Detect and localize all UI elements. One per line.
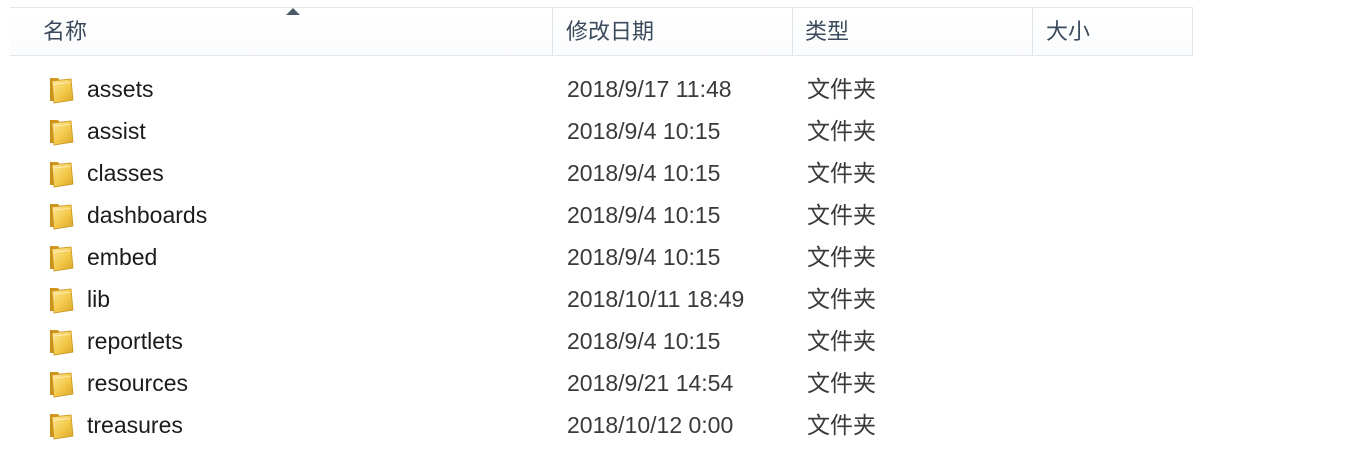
- file-row[interactable]: treasures 2018/10/12 0:00 文件夹: [0, 404, 1346, 446]
- file-modified-date: 2018/9/4 10:15: [567, 328, 721, 354]
- folder-icon: [50, 414, 74, 440]
- file-modified-date: 2018/9/21 14:54: [567, 370, 734, 396]
- file-type: 文件夹: [807, 76, 876, 102]
- column-header-type-label: 类型: [805, 19, 850, 44]
- column-header-date[interactable]: 修改日期: [553, 8, 793, 55]
- file-name: lib: [87, 286, 111, 312]
- column-header-name[interactable]: 名称: [10, 8, 553, 55]
- folder-icon: [50, 120, 74, 146]
- file-row[interactable]: classes 2018/9/4 10:15 文件夹: [0, 152, 1346, 194]
- file-type: 文件夹: [807, 160, 876, 186]
- file-name: classes: [87, 160, 164, 186]
- file-modified-date: 2018/9/4 10:15: [567, 244, 721, 270]
- file-name: embed: [87, 244, 158, 270]
- file-list-pane: 名称 修改日期 类型 大小 assets 2018/9/17 11:48 文件夹…: [0, 0, 1346, 460]
- file-name: reportlets: [87, 328, 183, 354]
- column-header-name-label: 名称: [43, 19, 88, 44]
- file-row[interactable]: embed 2018/9/4 10:15 文件夹: [0, 236, 1346, 278]
- folder-icon: [50, 162, 74, 188]
- file-name: treasures: [87, 412, 183, 438]
- file-rows: assets 2018/9/17 11:48 文件夹 assist 2018/9…: [0, 68, 1346, 446]
- file-row[interactable]: reportlets 2018/9/4 10:15 文件夹: [0, 320, 1346, 362]
- file-name: assets: [87, 76, 154, 102]
- file-modified-date: 2018/9/17 11:48: [567, 76, 732, 102]
- file-type: 文件夹: [807, 244, 876, 270]
- file-type: 文件夹: [807, 412, 876, 438]
- file-name: assist: [87, 118, 146, 144]
- folder-icon: [50, 246, 74, 272]
- folder-icon: [50, 372, 74, 398]
- file-type: 文件夹: [807, 118, 876, 144]
- file-row[interactable]: assets 2018/9/17 11:48 文件夹: [0, 68, 1346, 110]
- folder-icon: [50, 330, 74, 356]
- file-type: 文件夹: [807, 286, 876, 312]
- file-type: 文件夹: [807, 328, 876, 354]
- file-name: resources: [87, 370, 188, 396]
- column-header-bar: 名称 修改日期 类型 大小: [10, 7, 1193, 56]
- file-modified-date: 2018/10/12 0:00: [567, 412, 734, 438]
- sort-up-arrow-icon: [286, 8, 300, 15]
- folder-icon: [50, 204, 74, 230]
- folder-icon: [50, 78, 74, 104]
- file-row[interactable]: dashboards 2018/9/4 10:15 文件夹: [0, 194, 1346, 236]
- column-header-size[interactable]: 大小: [1033, 8, 1193, 55]
- file-modified-date: 2018/9/4 10:15: [567, 160, 721, 186]
- column-header-type[interactable]: 类型: [793, 8, 1033, 55]
- column-header-date-label: 修改日期: [566, 19, 655, 44]
- file-modified-date: 2018/9/4 10:15: [567, 118, 721, 144]
- file-row[interactable]: lib 2018/10/11 18:49 文件夹: [0, 278, 1346, 320]
- column-header-size-label: 大小: [1046, 19, 1091, 44]
- file-type: 文件夹: [807, 202, 876, 228]
- file-modified-date: 2018/10/11 18:49: [567, 286, 745, 312]
- file-row[interactable]: resources 2018/9/21 14:54 文件夹: [0, 362, 1346, 404]
- folder-icon: [50, 288, 74, 314]
- file-name: dashboards: [87, 202, 208, 228]
- file-row[interactable]: assist 2018/9/4 10:15 文件夹: [0, 110, 1346, 152]
- file-type: 文件夹: [807, 370, 876, 396]
- file-modified-date: 2018/9/4 10:15: [567, 202, 721, 228]
